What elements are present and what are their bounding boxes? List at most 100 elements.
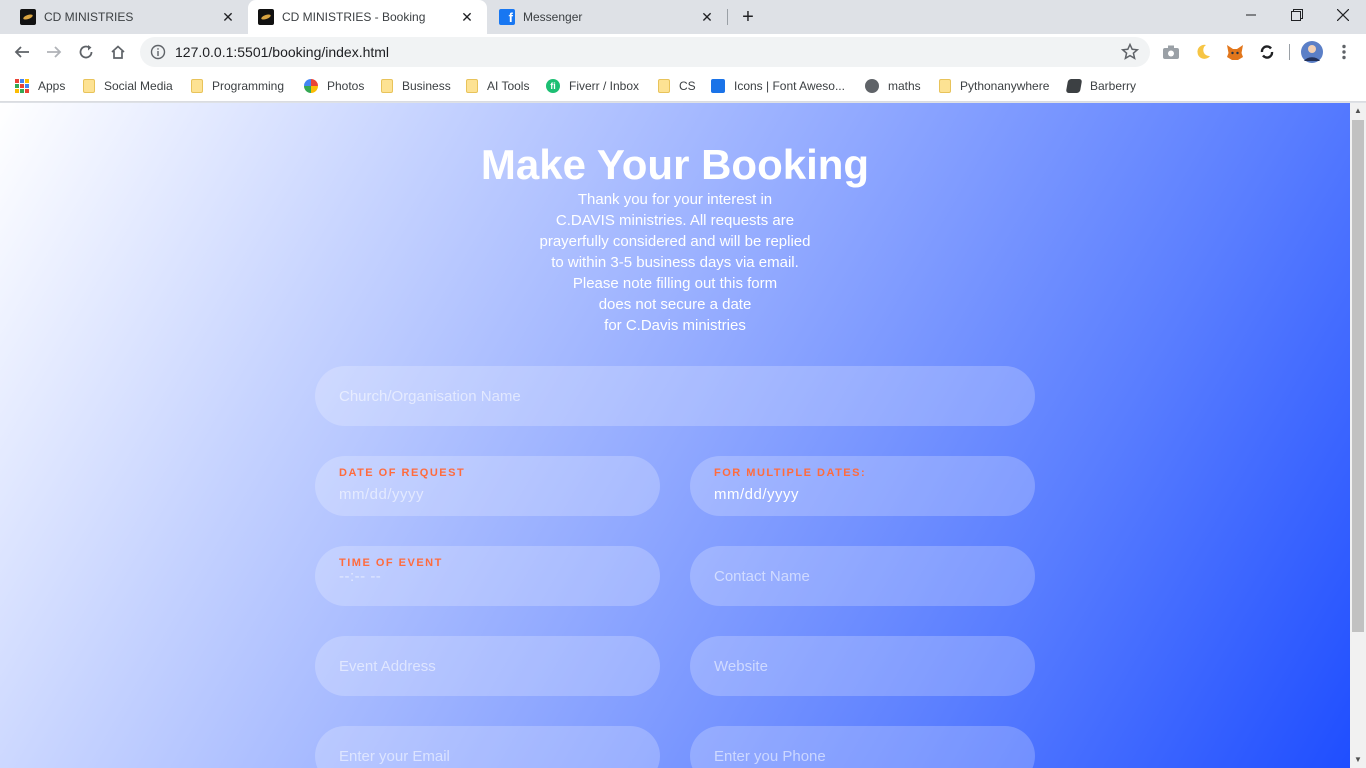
arrow-left-icon (14, 46, 29, 58)
reload-button[interactable] (72, 38, 100, 66)
folder-icon (381, 79, 393, 93)
bookmark-label: Barberry (1090, 79, 1137, 93)
chrome-menu-button[interactable] (1334, 42, 1354, 62)
close-icon[interactable]: ✕ (459, 9, 475, 25)
more-vertical-icon (1342, 44, 1346, 60)
restore-button[interactable] (1274, 0, 1320, 30)
close-window-button[interactable] (1320, 0, 1366, 30)
intro-line: for C.Davis ministries (604, 317, 746, 334)
fox-icon (1227, 45, 1243, 60)
browser-toolbar: 127.0.0.1:5501/booking/index.html (0, 34, 1366, 70)
fiverr-icon: fi (546, 79, 560, 93)
moon-icon (1197, 44, 1210, 59)
event-address-input[interactable] (315, 636, 660, 696)
bookmark-label: Icons | Font Aweso... (734, 79, 845, 93)
contact-name-input[interactable] (690, 546, 1035, 606)
bookmark-programming[interactable]: Programming (191, 76, 284, 96)
multiple-dates-label: FOR MULTIPLE DATES: (714, 467, 867, 479)
intro-line: Thank you for your interest in (577, 191, 773, 208)
dark-mode-extension-button[interactable] (1193, 42, 1213, 62)
tab-title: CD MINISTRIES (44, 10, 134, 24)
time-of-event-field[interactable]: TIME OF EVENT --:-- -- (315, 546, 660, 606)
website-input[interactable] (690, 636, 1035, 696)
intro-text: Thank you for your interest in C.DAVIS m… (475, 189, 875, 336)
tab-separator (727, 9, 728, 25)
bookmark-fiverr[interactable]: fi Fiverr / Inbox (546, 76, 639, 96)
url-text: 127.0.0.1:5501/booking/index.html (175, 44, 390, 60)
phone-input[interactable] (690, 726, 1035, 768)
bookmark-maths[interactable]: maths (865, 76, 921, 96)
bookmark-label: CS (679, 79, 696, 93)
cd-ministries-icon (258, 9, 274, 25)
bookmark-apps[interactable]: Apps (15, 76, 65, 96)
page-scrollbar[interactable]: ▲ ▼ (1350, 103, 1366, 768)
bookmark-label: Social Media (104, 79, 173, 93)
close-icon (1337, 9, 1349, 21)
bookmark-label: maths (888, 79, 921, 93)
tab-title: CD MINISTRIES - Booking (282, 10, 426, 24)
tab-messenger[interactable]: f Messenger ✕ (487, 0, 727, 34)
globe-icon (865, 79, 879, 93)
close-icon[interactable]: ✕ (699, 9, 715, 25)
multiple-dates-field[interactable]: FOR MULTIPLE DATES: mm/dd/yyyy (690, 456, 1035, 516)
cd-ministries-icon (20, 9, 36, 25)
multiple-dates-value: mm/dd/yyyy (714, 486, 800, 503)
reload-icon (79, 45, 93, 59)
folder-icon (939, 79, 951, 93)
intro-line: Please note filling out this form (572, 275, 778, 292)
tab-booking[interactable]: CD MINISTRIES - Booking ✕ (248, 0, 487, 34)
profile-avatar[interactable] (1301, 41, 1323, 63)
bookmark-barberry[interactable]: Barberry (1065, 76, 1137, 96)
flag-icon (711, 79, 725, 93)
close-icon[interactable]: ✕ (220, 9, 236, 25)
back-button[interactable] (8, 38, 36, 66)
bookmark-pythonanywhere[interactable]: Pythonanywhere (939, 76, 1049, 96)
folder-icon (191, 79, 203, 93)
org-name-field-wrap (315, 366, 1035, 426)
org-name-input[interactable] (315, 366, 1035, 426)
avatar (1301, 41, 1323, 63)
bookmark-label: Pythonanywhere (960, 79, 1050, 93)
bookmark-font-awesome[interactable]: Icons | Font Aweso... (711, 76, 845, 96)
tab-strip: CD MINISTRIES ✕ CD MINISTRIES - Booking … (0, 0, 1366, 34)
intro-line: C.DAVIS ministries. All requests are (555, 212, 795, 229)
scroll-down-icon[interactable]: ▼ (1350, 752, 1366, 768)
bookmark-ai-tools[interactable]: AI Tools (466, 76, 529, 96)
sync-icon (1260, 45, 1274, 59)
forward-button[interactable] (40, 38, 68, 66)
bookmark-cs[interactable]: CS (658, 76, 696, 96)
intro-line: prayerfully considered and will be repli… (539, 233, 811, 250)
bookmark-social-media[interactable]: Social Media (83, 76, 173, 96)
home-button[interactable] (104, 38, 132, 66)
minimize-button[interactable] (1228, 0, 1274, 30)
facebook-icon: f (499, 9, 515, 25)
new-tab-button[interactable]: + (737, 6, 759, 28)
phone-field-wrap (690, 726, 1035, 768)
bookmark-photos[interactable]: Photos (304, 76, 364, 96)
bookmark-label: AI Tools (487, 79, 530, 93)
bookmark-label: Fiverr / Inbox (569, 79, 640, 93)
minimize-icon (1246, 14, 1256, 16)
metamask-extension-button[interactable] (1225, 42, 1245, 62)
bookmark-label: Programming (212, 79, 285, 93)
scrollbar-thumb[interactable] (1352, 120, 1364, 632)
page-title: Make Your Booking (480, 141, 870, 188)
time-of-event-value: --:-- -- (339, 568, 382, 585)
toolbar-separator (1289, 44, 1290, 60)
scroll-up-icon[interactable]: ▲ (1350, 103, 1366, 119)
email-input[interactable] (315, 726, 660, 768)
page-viewport: Make Your Booking Thank you for your int… (0, 103, 1350, 768)
tab-cd-ministries[interactable]: CD MINISTRIES ✕ (0, 0, 248, 34)
contact-name-field-wrap (690, 546, 1035, 606)
bookmark-business[interactable]: Business (381, 76, 451, 96)
sync-extension-button[interactable] (1257, 42, 1277, 62)
bookmarks-bar: Apps Social Media Programming Photos Bus… (0, 70, 1366, 102)
address-bar[interactable]: 127.0.0.1:5501/booking/index.html (140, 37, 1150, 67)
star-icon[interactable] (1120, 42, 1140, 62)
bookmark-label: Apps (38, 79, 66, 93)
info-icon[interactable] (150, 44, 166, 60)
tab-title: Messenger (523, 10, 583, 24)
camera-extension-button[interactable] (1161, 42, 1181, 62)
date-of-request-field[interactable]: DATE OF REQUEST mm/dd/yyyy (315, 456, 660, 516)
arrow-right-icon (47, 46, 62, 58)
